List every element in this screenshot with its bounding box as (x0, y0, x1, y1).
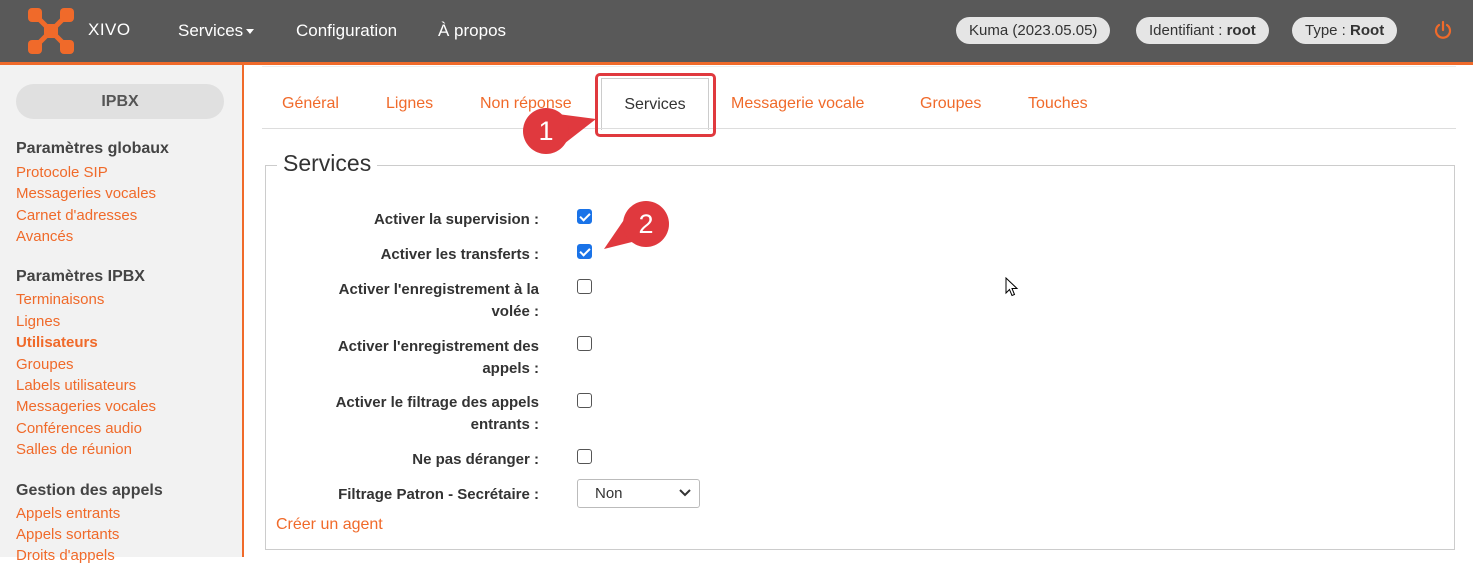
tab-messagerie-vocale[interactable]: Messagerie vocale (731, 95, 864, 113)
tabs-divider (262, 128, 1456, 129)
identifiant-value: root (1226, 22, 1256, 39)
sidebar-section-title: Gestion des appels (16, 482, 163, 499)
mouse-cursor-icon (1005, 277, 1019, 297)
label-enregistrement-volee: Activer l'enregistrement à la volée : (299, 279, 539, 323)
sidebar-item-utilisateurs[interactable]: Utilisateurs (16, 334, 98, 351)
sidebar-item-messageries-vocales-ipbx[interactable]: Messageries vocales (16, 398, 156, 415)
annotation-highlight-box (595, 73, 716, 137)
sidebar-item-terminaisons[interactable]: Terminaisons (16, 291, 104, 308)
xivo-logo-icon[interactable] (26, 6, 76, 56)
nav-apropos[interactable]: À propos (438, 21, 506, 41)
checkbox-ne-pas-deranger[interactable] (577, 449, 592, 464)
checkbox-enregistrement-appels[interactable] (577, 336, 592, 351)
sidebar-item-conferences-audio[interactable]: Conférences audio (16, 420, 142, 437)
label-line: appels : (482, 360, 539, 377)
nav-services-label: Services (178, 21, 244, 40)
annotation-badge-1: 1 (523, 108, 569, 154)
brand-name[interactable]: XIVO (88, 20, 131, 40)
ipbx-button[interactable]: IPBX (16, 84, 224, 119)
sidebar-item-protocole-sip[interactable]: Protocole SIP (16, 164, 108, 181)
power-logout-icon[interactable] (1433, 20, 1453, 40)
sidebar-section-title: Paramètres IPBX (16, 268, 145, 285)
label-line: Activer le filtrage des appels (335, 394, 539, 411)
create-agent-link[interactable]: Créer un agent (276, 516, 383, 534)
sidebar-item-droits-appels[interactable]: Droits d'appels (16, 547, 115, 564)
sidebar-item-salles-reunion[interactable]: Salles de réunion (16, 441, 132, 458)
label-line: Activer l'enregistrement à la (338, 281, 539, 298)
type-label: Type : (1305, 22, 1351, 39)
label-filtrage-appels-entrants: Activer le filtrage des appels entrants … (299, 392, 539, 436)
identifiant-label: Identifiant : (1149, 22, 1227, 39)
sidebar-item-groupes[interactable]: Groupes (16, 356, 74, 373)
label-enregistrement-appels: Activer l'enregistrement des appels : (299, 336, 539, 380)
sidebar-item-messageries-vocales[interactable]: Messageries vocales (16, 185, 156, 202)
label-line: Activer l'enregistrement des (337, 338, 539, 355)
caret-down-icon (246, 29, 255, 35)
top-navigation-bar: XIVO Services Configuration À propos Kum… (0, 0, 1473, 65)
fieldset-legend: Services (277, 150, 378, 177)
identifiant-badge: Identifiant : root (1136, 17, 1269, 44)
sidebar-item-appels-sortants[interactable]: Appels sortants (16, 526, 119, 543)
tab-general[interactable]: Général (282, 95, 339, 113)
tab-lignes[interactable]: Lignes (386, 95, 433, 113)
select-filtrage-patron-secretaire[interactable]: Non (577, 479, 700, 508)
tab-groupes[interactable]: Groupes (920, 95, 981, 113)
label-supervision: Activer la supervision : (373, 211, 539, 228)
nav-configuration[interactable]: Configuration (296, 21, 397, 41)
label-ne-pas-deranger: Ne pas déranger : (412, 451, 539, 468)
sidebar-item-lignes[interactable]: Lignes (16, 313, 60, 330)
label-line: entrants : (470, 416, 539, 433)
sidebar-item-avances[interactable]: Avancés (16, 228, 73, 245)
checkbox-filtrage-appels-entrants[interactable] (577, 393, 592, 408)
label-transferts: Activer les transferts : (380, 246, 539, 263)
checkbox-enregistrement-volee[interactable] (577, 279, 592, 294)
annotation-badge-2: 2 (623, 201, 669, 247)
checkbox-transferts[interactable] (577, 244, 592, 259)
checkbox-supervision[interactable] (577, 209, 592, 224)
sidebar-item-carnet-adresses[interactable]: Carnet d'adresses (16, 207, 137, 224)
tab-touches[interactable]: Touches (1028, 95, 1088, 113)
label-filtrage-patron-secretaire: Filtrage Patron - Secrétaire : (338, 486, 539, 503)
label-line: volée : (491, 303, 539, 320)
type-badge: Type : Root (1292, 17, 1398, 44)
type-value: Root (1350, 22, 1385, 39)
version-badge: Kuma (2023.05.05) (956, 17, 1111, 44)
sidebar-section-title: Paramètres globaux (16, 140, 169, 157)
sidebar-item-appels-entrants[interactable]: Appels entrants (16, 505, 120, 522)
nav-services-menu[interactable]: Services (178, 21, 255, 41)
sidebar: IPBX Paramètres globaux Protocole SIP Me… (0, 65, 244, 564)
divider (262, 66, 1456, 67)
select-value: Non (595, 485, 623, 502)
sidebar-item-labels-utilisateurs[interactable]: Labels utilisateurs (16, 377, 136, 394)
chevron-down-icon (679, 489, 691, 497)
